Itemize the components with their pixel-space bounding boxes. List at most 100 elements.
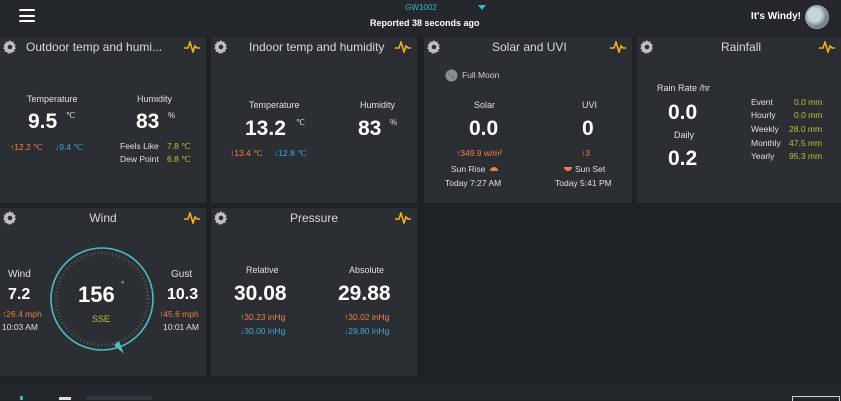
rain-rate-label: Rain Rate /hr [657, 83, 711, 93]
temp-low: ↓9.4 ℃ [55, 142, 83, 152]
pressure-card: Pressure Relative 30.08 ↑30.23 inHg ↓30.… [211, 208, 417, 376]
gust-high: ↑45.6 mph [159, 309, 199, 319]
rain-weekly-label: Weekly [751, 124, 779, 134]
outdoor-card: Outdoor temp and humi... Temperature 9.5… [0, 37, 206, 203]
device-selector[interactable]: GW1002 [388, 3, 454, 12]
gear-icon[interactable] [640, 40, 654, 54]
solar-high: ↑349.9 w/m² [456, 148, 503, 158]
moon-phase: Full Moon [462, 70, 500, 80]
relative-label: Relative [246, 265, 279, 275]
daily-value: 0.2 [668, 147, 698, 170]
pulse-icon[interactable] [395, 41, 411, 53]
dew-point-label: Dew Point [120, 154, 159, 164]
uvi-value: 0 [582, 117, 594, 140]
rain-yearly-value: 95.3 mm [789, 151, 823, 161]
humidity-label: Humidity [360, 100, 396, 110]
avatar[interactable] [805, 5, 829, 29]
hamburger-menu-icon[interactable] [19, 9, 35, 22]
sunset-icon [564, 167, 572, 171]
relative-high: ↑30.23 inHg [240, 312, 286, 322]
temp-unit: ℃ [66, 111, 75, 120]
moon-icon [445, 69, 458, 82]
relative-pressure-value: 30.08 [234, 282, 287, 305]
rain-yearly-label: Yearly [751, 151, 775, 161]
rain-monthly-value: 47.5 mm [789, 138, 823, 148]
absolute-label: Absolute [349, 265, 385, 275]
gear-icon[interactable] [214, 40, 228, 54]
rain-hourly-label: Hourly [751, 110, 776, 120]
temp-unit: ℃ [296, 118, 305, 127]
sunrise-icon [490, 167, 498, 171]
card-title: Wind [89, 211, 117, 225]
absolute-pressure-value: 29.88 [338, 282, 391, 305]
pulse-icon[interactable] [395, 212, 411, 224]
humidity-unit: % [390, 118, 398, 127]
outdoor-humidity-value: 83 [136, 110, 160, 133]
wind-direction-text: SSE [92, 314, 111, 324]
temp-low: ↓12.8 ℃ [274, 148, 307, 158]
bottom-button[interactable] [792, 396, 840, 401]
uvi-high: ↑3 [581, 148, 590, 158]
rain-hourly-value: 0.0 mm [794, 110, 823, 120]
humidity-unit: % [168, 111, 176, 120]
gear-icon[interactable] [427, 40, 441, 54]
absolute-high: ↑30.02 inHg [344, 312, 390, 322]
feels-like-value: 7.8 ℃ [167, 141, 191, 151]
degree-unit: ° [121, 280, 125, 289]
wind-speed-value: 7.2 [8, 286, 31, 303]
rain-weekly-value: 28.0 mm [789, 124, 823, 134]
top-bar: GW1002 Reported 38 seconds ago It's Wind… [0, 0, 841, 36]
feels-like-label: Feels Like [120, 141, 159, 151]
solar-card: Solar and UVI Full Moon Solar 0.0 ↑349.9… [424, 37, 632, 203]
outdoor-temp-value: 9.5 [28, 110, 58, 133]
solar-value: 0.0 [469, 117, 499, 140]
bottom-input[interactable] [86, 396, 152, 400]
sunset-time: Today 5:41 PM [555, 178, 612, 188]
sunrise-time: Today 7:27 AM [445, 178, 502, 188]
greeting-text: It's Windy! [750, 11, 801, 22]
indoor-card: Indoor temp and humidity Temperature 13.… [211, 37, 417, 203]
rainfall-card: Rainfall Rain Rate /hr 0.0 Daily 0.2 Eve… [637, 37, 841, 203]
card-title: Pressure [289, 211, 339, 225]
card-title: Indoor temp and humidity [249, 40, 385, 54]
dew-point-value: 6.8 ℃ [167, 154, 191, 164]
card-title: Solar and UVI [492, 40, 567, 54]
temp-high: ↑12.2 ℃ [10, 142, 43, 152]
pulse-icon[interactable] [610, 41, 626, 53]
gear-icon[interactable] [3, 40, 17, 54]
temperature-label: Temperature [249, 100, 300, 110]
reported-status: Reported 38 seconds ago [370, 18, 480, 28]
wind-label: Wind [8, 269, 31, 280]
gust-time: 10:01 AM [163, 322, 199, 332]
card-title: Outdoor temp and humi... [26, 40, 163, 54]
solar-label: Solar [474, 100, 496, 110]
card-title: Rainfall [721, 40, 762, 54]
pulse-icon[interactable] [184, 41, 200, 53]
gust-speed-value: 10.3 [167, 286, 199, 303]
rain-monthly-label: Monthly [751, 138, 781, 148]
rain-rate-value: 0.0 [668, 101, 698, 124]
gust-label: Gust [171, 269, 193, 280]
bottom-toolbar [0, 384, 841, 401]
wind-direction-value: 156 [78, 282, 115, 307]
sunrise-label: Sun Rise [451, 164, 486, 174]
daily-label: Daily [674, 130, 695, 140]
temperature-label: Temperature [27, 94, 78, 104]
absolute-low: ↓29.80 inHg [344, 326, 390, 336]
relative-low: ↓30.00 inHg [240, 326, 286, 336]
indoor-humidity-value: 83 [358, 117, 382, 140]
humidity-label: Humidity [137, 94, 173, 104]
rain-event-label: Event [751, 97, 773, 107]
wind-time: 10:03 AM [2, 322, 38, 332]
caret-down-icon[interactable] [478, 5, 486, 10]
rain-event-value: 0.0 mm [794, 97, 823, 107]
uvi-label: UVI [582, 100, 598, 110]
temp-high: ↑13.4 ℃ [230, 148, 263, 158]
bottom-tab-icon[interactable] [20, 396, 23, 400]
indoor-temp-value: 13.2 [245, 117, 286, 140]
pulse-icon[interactable] [819, 41, 835, 53]
wind-high: ↑26.4 mph [2, 309, 42, 319]
wind-card: Wind Wind 7.2 ↑26.4 mph 10:03 AM 156 ° S… [0, 208, 206, 376]
pulse-icon[interactable] [184, 212, 200, 224]
sunset-label: Sun Set [575, 164, 606, 174]
